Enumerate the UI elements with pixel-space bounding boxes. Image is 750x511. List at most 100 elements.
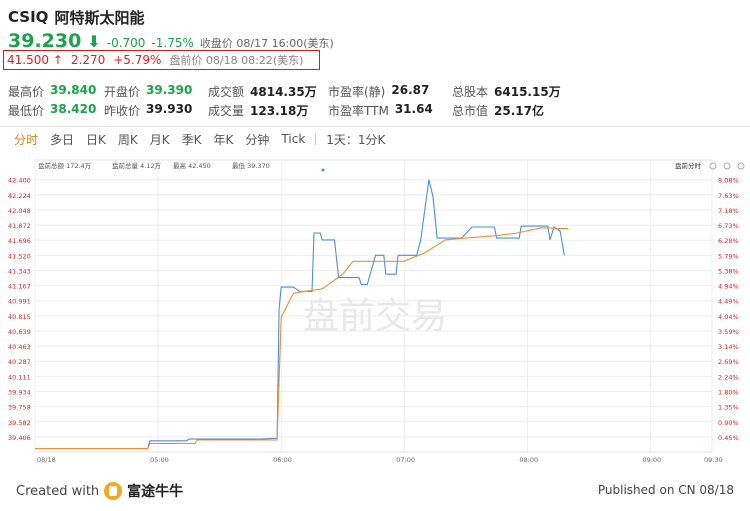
stat-item: 总股本 6415.15万 bbox=[452, 83, 602, 100]
pct-tick-label: 5.79% bbox=[718, 252, 739, 260]
divider bbox=[0, 126, 750, 127]
pct-tick-label: 0.45% bbox=[718, 434, 739, 442]
x-tick-label: 09:00 bbox=[642, 456, 661, 464]
y-tick-label: 42.224 bbox=[8, 192, 31, 200]
chart-svg: 42.400 8.08% 42.224 7.63% 42.048 7.18% 41.872 6… bbox=[8, 159, 745, 464]
y-tick-label: 41.343 bbox=[8, 268, 31, 276]
y-tick-label: 40.463 bbox=[8, 343, 31, 351]
price-row: 39.230 ⬇ -0.700 -1.75% 收盘价 08/17 16:00(美… bbox=[8, 30, 748, 52]
chart-volume-label: 盘前总量 4.12万 bbox=[112, 161, 162, 170]
futu-logo-icon bbox=[104, 482, 123, 500]
stat-label: 最高价 bbox=[8, 85, 45, 99]
y-tick-label: 40.991 bbox=[8, 298, 31, 306]
pct-tick-label: 3.59% bbox=[718, 328, 739, 336]
stat-label: 总市值 bbox=[452, 104, 489, 118]
stat-item: 成交量 123.18万 bbox=[208, 102, 328, 119]
chart-mode-label: 盘前分时 bbox=[675, 161, 702, 170]
close-time-label: 收盘价 08/17 16:00(美东) bbox=[199, 37, 334, 50]
pct-tick-label: 8.08% bbox=[718, 177, 739, 185]
premarket-change: 2.270 bbox=[70, 53, 106, 67]
settings-icon bbox=[709, 162, 717, 170]
pct-tick-label: 4.04% bbox=[718, 313, 739, 321]
stat-value: 6415.15万 bbox=[494, 85, 561, 99]
pct-tick-label: 7.18% bbox=[718, 207, 739, 215]
price-change: -0.700 bbox=[106, 36, 146, 50]
watermark: 盘前交易 bbox=[303, 296, 447, 337]
stats-panel: 最高价 39.840 开盘价 39.390 成交额 4814.35万 市盈率(静) 26.87… bbox=[8, 82, 602, 120]
stat-item: 成交额 4814.35万 bbox=[208, 83, 328, 100]
tab-7[interactable]: 分钟 bbox=[239, 131, 275, 148]
pct-tick-label: 6.73% bbox=[718, 222, 739, 230]
pct-tick-label: 7.63% bbox=[718, 192, 739, 200]
quote-header: CSIQ 阿特斯太阳能 39.230 ⬇ -0.700 -1.75% 收盘价 0… bbox=[8, 6, 748, 52]
chart-high-label: 最高 42.450 bbox=[173, 161, 211, 170]
tab-4[interactable]: 月K bbox=[144, 131, 176, 148]
stat-item: 开盘价 39.390 bbox=[104, 83, 208, 100]
stat-value: 25.17亿 bbox=[494, 104, 544, 118]
chart-total-label: 盘前总额 172.4万 bbox=[38, 161, 92, 170]
pct-tick-label: 2.24% bbox=[718, 373, 739, 381]
stat-label: 开盘价 bbox=[104, 85, 141, 99]
x-tick-label: 06:00 bbox=[273, 456, 292, 464]
created-with: Created with 富途牛牛 bbox=[16, 481, 183, 501]
pct-tick-label: 5.38% bbox=[718, 268, 739, 276]
premarket-quote: 41.500 ↑ 2.270 +5.79% 盘前价 08/18 08:22(美东… bbox=[3, 50, 320, 70]
y-tick-label: 39.406 bbox=[8, 434, 31, 442]
y-tick-label: 39.582 bbox=[8, 419, 31, 427]
x-tick-label: 08:00 bbox=[519, 456, 538, 464]
stat-label: 昨收价 bbox=[104, 104, 141, 118]
pct-tick-label: 3.14% bbox=[718, 343, 739, 351]
chart-period-tabs: 分时 多日 日K 周K 月K 季K 年K 分钟 Tick 1天：1分K bbox=[8, 130, 391, 148]
last-price: 39.230 bbox=[8, 30, 82, 52]
stock-title: CSIQ 阿特斯太阳能 bbox=[8, 6, 748, 28]
stat-value: 39.840 bbox=[50, 83, 97, 97]
tab-separator bbox=[315, 133, 317, 145]
x-tick-label: 07:00 bbox=[396, 456, 415, 464]
stat-label: 成交额 bbox=[208, 85, 245, 99]
y-tick-label: 41.520 bbox=[8, 252, 31, 260]
tab-5[interactable]: 季K bbox=[176, 131, 208, 148]
stat-item: 市盈率TTM 31.64 bbox=[328, 102, 452, 119]
zoom-out-icon bbox=[737, 162, 745, 170]
stat-value: 4814.35万 bbox=[250, 85, 317, 99]
y-tick-label: 41.872 bbox=[8, 222, 31, 230]
stat-label: 成交量 bbox=[208, 104, 245, 118]
stat-item: 市盈率(静) 26.87 bbox=[328, 83, 452, 100]
pct-tick-label: 1.80% bbox=[718, 389, 739, 397]
zoom-in-icon bbox=[723, 162, 731, 170]
interval-selector[interactable]: 1天：1分K bbox=[320, 131, 391, 148]
stat-label: 市盈率(静) bbox=[328, 85, 386, 99]
tab-3[interactable]: 周K bbox=[112, 131, 144, 148]
y-tick-label: 41.167 bbox=[8, 283, 31, 291]
stat-label: 市盈率TTM bbox=[328, 104, 389, 118]
stats-row: 最低价 38.420 昨收价 39.930 成交量 123.18万 市盈率TTM 31.64 总… bbox=[8, 101, 602, 120]
tab-8[interactable]: Tick bbox=[275, 132, 311, 146]
stat-item: 最低价 38.420 bbox=[8, 102, 104, 119]
average-price-line bbox=[35, 227, 569, 450]
tab-6[interactable]: 年K bbox=[208, 131, 240, 148]
stat-item: 昨收价 39.930 bbox=[104, 102, 208, 119]
stat-item: 最高价 39.840 bbox=[8, 83, 104, 100]
y-tick-label: 40.287 bbox=[8, 358, 31, 366]
stat-value: 31.64 bbox=[394, 102, 433, 116]
chart-low-label: 最低 39.370 bbox=[232, 161, 270, 170]
y-tick-label: 42.400 bbox=[8, 177, 31, 185]
stat-label: 最低价 bbox=[8, 104, 45, 118]
tab-1[interactable]: 多日 bbox=[44, 131, 80, 148]
tab-2[interactable]: 日K bbox=[80, 131, 112, 148]
y-tick-label: 40.639 bbox=[8, 328, 31, 336]
published-label: Published on CN 08/18 bbox=[597, 483, 734, 497]
y-tick-label: 42.048 bbox=[8, 207, 31, 215]
stat-label: 总股本 bbox=[452, 85, 489, 99]
y-tick-label: 41.696 bbox=[8, 237, 31, 245]
up-arrow-icon: ↑ bbox=[52, 53, 63, 67]
pct-tick-label: 4.49% bbox=[718, 298, 739, 306]
premarket-price: 41.500 ↑ bbox=[7, 53, 63, 67]
y-tick-label: 39.758 bbox=[8, 404, 31, 412]
tab-0[interactable]: 分时 bbox=[8, 131, 44, 148]
y-tick-label: 40.111 bbox=[8, 373, 31, 381]
stats-row: 最高价 39.840 开盘价 39.390 成交额 4814.35万 市盈率(静) 26.87… bbox=[8, 82, 602, 101]
pct-tick-label: 2.69% bbox=[718, 358, 739, 366]
stat-item: 总市值 25.17亿 bbox=[452, 102, 602, 119]
marker-dot bbox=[321, 168, 325, 172]
